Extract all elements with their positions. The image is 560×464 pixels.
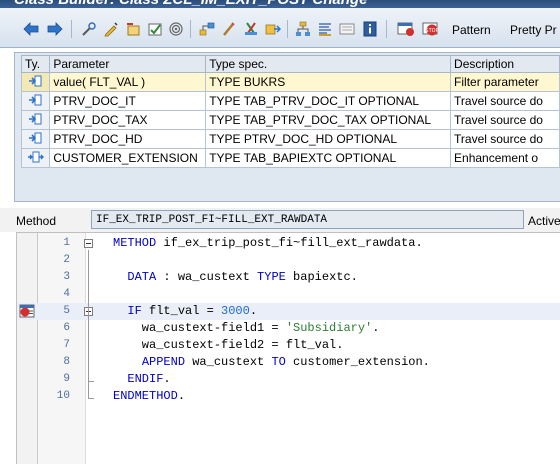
code-line[interactable]: 9 ENDIF. [17,371,560,388]
param-name[interactable]: CUSTOMER_EXTENSION [49,148,207,168]
window-title-bar: Class Builder: Class ZCL_IM_EXIT_POST Ch… [0,0,560,8]
table-row[interactable]: value( FLT_VAL ) TYPE BUKRS Filter param… [20,72,560,92]
code-text: ENDIF. [127,372,171,386]
method-status: Active [528,214,560,228]
param-type-spec[interactable]: TYPE TAB_BAPIEXTC OPTIONAL [205,148,452,168]
navigation-window-icon[interactable] [264,20,282,38]
code-line[interactable]: 3 DATA : wa_custext TYPE bapiextc. [17,269,560,286]
param-type-spec[interactable]: TYPE BUKRS [205,72,452,92]
line-number: 3 [63,271,70,283]
table-row[interactable]: PTRV_DOC_IT TYPE TAB_PTRV_DOC_IT OPTIONA… [20,91,560,111]
param-name[interactable]: PTRV_DOC_IT [49,91,207,111]
other-object-icon[interactable] [80,20,98,38]
code-text: wa_custext-field2 = flt_val. [113,338,344,352]
hierarchy-icon[interactable] [294,20,312,38]
code-line[interactable]: 6 wa_custext-field1 = 'Subsidiary'. [17,320,560,337]
line-number: 8 [63,356,70,368]
code-line[interactable]: 1 METHOD if_ex_trip_post_fi~fill_ext_raw… [17,235,560,252]
line-number: 6 [63,322,70,334]
pattern-button[interactable]: Pattern [452,23,491,37]
importing-param-icon [20,129,51,149]
object-list-icon[interactable] [198,20,216,38]
code-line[interactable]: 10 ENDMETHOD. [17,388,560,405]
parameter-panel: Ty. Parameter Type spec. Description val… [14,52,560,202]
column-header-type[interactable]: Ty. [20,55,51,73]
param-name[interactable]: PTRV_DOC_HD [49,129,207,149]
line-number: 10 [56,390,70,402]
code-text: DATA : wa_custext TYPE bapiextc. [127,270,358,284]
code-text: wa_custext-field1 = 'Subsidiary'. [113,321,380,335]
collapse-toggle-icon[interactable] [84,239,93,248]
param-description[interactable]: Filter parameter [450,72,560,92]
pretty-printer-button[interactable]: Pretty Pr [510,23,557,37]
display-change-icon[interactable] [102,20,120,38]
param-description[interactable]: Travel source do [450,91,560,111]
application-toolbar: STOP Pattern Pretty Pr [0,8,560,48]
code-editor[interactable]: 1 METHOD if_ex_trip_post_fi~fill_ext_raw… [16,232,560,464]
line-number: 1 [63,237,70,249]
breakpoint-marker-icon[interactable] [18,303,36,319]
window-title: Class Builder: Class ZCL_IM_EXIT_POST Ch… [14,0,367,8]
line-number: 5 [63,305,70,317]
back-arrow-icon[interactable] [22,20,40,38]
check-icon[interactable] [146,20,164,38]
param-type-spec[interactable]: TYPE PTRV_DOC_HD OPTIONAL [205,129,452,149]
line-number: 2 [63,254,70,266]
method-label: Method [16,214,57,228]
line-number: 9 [63,373,70,385]
help-icon[interactable] [361,20,379,38]
param-type-spec[interactable]: TYPE TAB_PTRV_DOC_TAX OPTIONAL [205,110,452,130]
param-description[interactable]: Travel source do [450,110,560,130]
parameter-table: Ty. Parameter Type spec. Description val… [20,55,560,168]
code-text: IF flt_val = 3000. [127,304,258,318]
code-line[interactable]: 2 [17,252,560,269]
table-row[interactable]: PTRV_DOC_TAX TYPE TAB_PTRV_DOC_TAX OPTIO… [20,110,560,130]
changing-param-icon [20,148,51,168]
line-number: 4 [63,288,70,300]
method-row: Method IF_EX_TRIP_POST_FI~FILL_EXT_RAWDA… [0,208,560,232]
importing-param-icon [20,91,51,111]
code-line[interactable]: 4 [17,286,560,303]
importing-param-icon [20,110,51,130]
forward-arrow-icon[interactable] [46,20,64,38]
code-text: METHOD if_ex_trip_post_fi~fill_ext_rawda… [113,236,423,250]
table-row[interactable]: CUSTOMER_EXTENSION TYPE TAB_BAPIEXTC OPT… [20,148,560,168]
column-header-type-spec[interactable]: Type spec. [205,55,452,73]
code-line[interactable]: 7 wa_custext-field2 = flt_val. [17,337,560,354]
param-description[interactable]: Travel source do [450,129,560,149]
transport-icon[interactable] [242,20,260,38]
pretty-edit-icon[interactable] [220,20,238,38]
class-info-icon[interactable] [338,20,356,38]
method-name-field[interactable]: IF_EX_TRIP_POST_FI~FILL_EXT_RAWDATA [91,210,524,229]
line-number: 7 [63,339,70,351]
code-line[interactable]: 8 APPEND wa_custext TO customer_extensio… [17,354,560,371]
table-row[interactable]: PTRV_DOC_HD TYPE PTRV_DOC_HD OPTIONAL Tr… [20,129,560,149]
code-text: ENDMETHOD. [113,389,186,403]
code-line-current[interactable]: 5 IF flt_val = 3000. [17,303,560,320]
param-description[interactable]: Enhancement o [450,148,560,168]
activate-icon[interactable] [124,20,142,38]
signature-icon[interactable] [316,20,334,38]
importing-param-icon [20,72,51,92]
svg-text:STOP: STOP [425,28,438,34]
param-name[interactable]: PTRV_DOC_TAX [49,110,207,130]
code-text: APPEND wa_custext TO customer_extension. [141,355,430,369]
where-used-icon[interactable] [167,20,185,38]
param-type-spec[interactable]: TYPE TAB_PTRV_DOC_IT OPTIONAL [205,91,452,111]
breakpoint-stop-icon[interactable]: STOP [422,20,440,38]
column-header-description[interactable]: Description [450,55,560,73]
breakpoint-set-icon[interactable] [397,20,415,38]
column-header-parameter[interactable]: Parameter [49,55,207,73]
param-name[interactable]: value( FLT_VAL ) [49,72,207,92]
